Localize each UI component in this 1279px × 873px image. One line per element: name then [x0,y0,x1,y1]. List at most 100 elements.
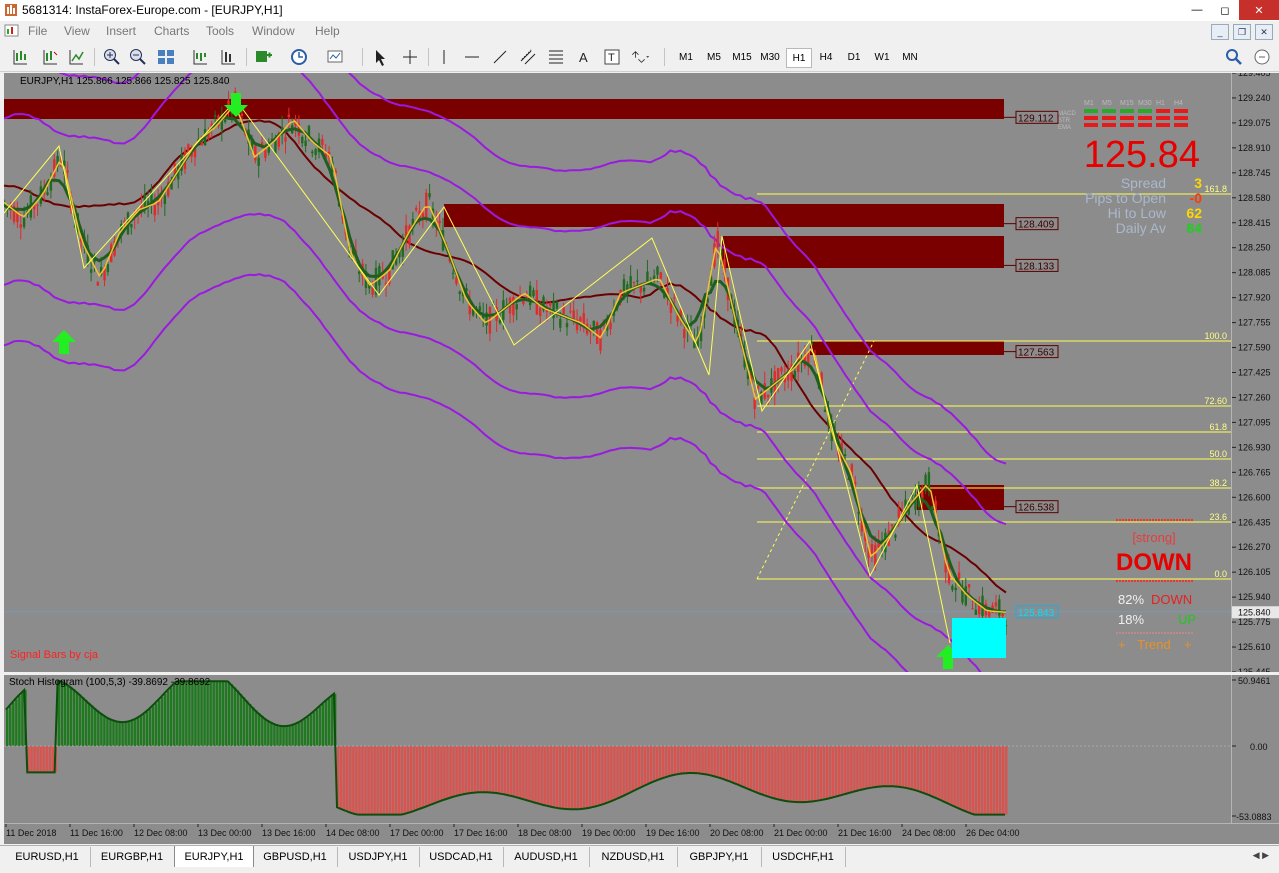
text-icon[interactable]: A [574,47,594,67]
timeframe-h1[interactable]: H1 [786,48,812,68]
chart-shift-icon[interactable] [218,47,238,67]
zoom-in-icon[interactable] [102,47,122,67]
mdi-close-button[interactable]: ✕ [1255,24,1273,40]
menu-file[interactable]: File [28,24,47,38]
histogram-bar [431,746,434,805]
histogram-bar [974,746,978,815]
menu-window[interactable]: Window [252,24,295,38]
candle-body [213,115,217,117]
price-tick-label: 126.930 [1238,442,1271,452]
menu-charts[interactable]: Charts [154,24,189,38]
histogram-bar [115,721,118,746]
time-tick-label: 11 Dec 16:00 [70,828,123,838]
fibonacci-icon[interactable] [546,47,566,67]
histogram-bar [415,746,419,811]
price-tick-label: 128.745 [1238,168,1271,178]
arrow-cursor-icon[interactable] [370,47,390,67]
timeframe-m1[interactable]: M1 [672,48,700,66]
candle-body [894,534,897,538]
candle-body [498,319,502,324]
mdi-restore-button[interactable]: ❐ [1233,24,1251,40]
histogram-bar [169,687,173,746]
price-chart-canvas[interactable]: 129.112 128.409 128.133 127.563 126.538 161.… [2,0,1231,752]
tab-eurgbp[interactable]: EURGBP,H1 [90,847,175,867]
channel-icon[interactable] [518,47,538,67]
timeframe-w1[interactable]: W1 [868,48,896,66]
histogram-bar [188,681,191,746]
tab-audusd[interactable]: AUDUSD,H1 [503,847,590,867]
histogram-bar [364,746,367,815]
histogram-bar [780,746,783,800]
histogram-bar [525,746,528,800]
price-tick-label: 127.260 [1238,392,1271,402]
new-order-icon[interactable] [10,47,30,67]
histogram-bar [652,746,656,782]
histogram-bar [151,706,155,746]
timeframe-m30[interactable]: M30 [756,48,784,66]
line-chart-icon[interactable] [66,47,86,67]
periods-icon[interactable] [290,47,310,67]
histogram-bar [254,710,258,746]
indicator-window[interactable]: Stoch Histogram (100,5,3) -39.8692 -39.8… [4,675,1231,823]
histogram-bar [510,746,513,796]
main-chart[interactable]: 129.112 128.409 128.133 127.563 126.538 161.… [2,0,1231,752]
templates-icon[interactable] [326,47,346,67]
tab-usdchf[interactable]: USDCHF,H1 [761,847,846,867]
panel-row-label: EMA [1058,125,1071,131]
histogram-bar [63,682,67,746]
vertical-line-icon[interactable] [434,47,454,67]
search-icon[interactable] [1224,47,1244,67]
histogram-bar [576,746,580,810]
panel-stat-value: 3 [1194,175,1202,191]
tab-usdjpy[interactable]: USDJPY,H1 [337,847,420,867]
tab-gbpjpy[interactable]: GBPJPY,H1 [677,847,762,867]
close-button[interactable]: ✕ [1239,0,1279,20]
price-tick-label: 128.085 [1238,268,1271,278]
menu-insert[interactable]: Insert [106,24,136,38]
histogram-bar [109,718,112,746]
autoscroll-icon[interactable] [190,47,210,67]
add-indicator-icon[interactable] [254,47,274,67]
tab-usdcad[interactable]: USDCAD,H1 [419,847,504,867]
timeframe-m5[interactable]: M5 [700,48,728,66]
tabs-scroll-icon[interactable]: ◀ ▶ [1253,850,1269,861]
histogram-bar [883,746,886,787]
histogram-bar [704,746,707,775]
zoom-out-icon[interactable] [128,47,148,67]
text-label-icon[interactable]: T [602,47,622,67]
histogram-bar [825,746,829,800]
minimize-button[interactable]: — [1183,0,1211,20]
menu-help[interactable]: Help [315,24,340,38]
tab-nzdusd[interactable]: NZDUSD,H1 [589,847,678,867]
timeframe-d1[interactable]: D1 [840,48,868,66]
maximize-button[interactable]: ◻ [1211,0,1239,20]
indicator-icon[interactable] [40,47,60,67]
candle-body [512,297,515,316]
timeframe-m15[interactable]: M15 [728,48,756,66]
crosshair-icon[interactable] [400,47,420,67]
candle-body [428,193,431,198]
histogram-bar [998,746,1002,815]
timeframe-h4[interactable]: H4 [812,48,840,66]
price-scale[interactable]: 129.405 129.240 129.075 128.910 128.745 128.5… [1231,68,1279,677]
time-tick-label: 12 Dec 08:00 [134,828,188,838]
tab-eurusd[interactable]: EURUSD,H1 [4,847,91,867]
horizontal-line-icon[interactable] [462,47,482,67]
chat-icon[interactable] [1252,47,1272,67]
chart-window-icon[interactable] [4,24,20,38]
candle-body [988,611,991,617]
histogram-bar [239,693,243,746]
menu-tools[interactable]: Tools [206,24,234,38]
menu-view[interactable]: View [64,24,90,38]
mdi-minimize-button[interactable]: _ [1211,24,1229,40]
stoch-histogram-canvas[interactable] [4,675,1231,823]
timeframe-mn[interactable]: MN [896,48,924,66]
trendline-icon[interactable] [490,47,510,67]
candle-body [458,291,461,294]
toolbar: A T M1 M5 M15 M30 H1 H4 D1 W1 MN [0,43,1279,72]
tab-eurjpy[interactable]: EURJPY,H1 [174,846,254,869]
arrows-icon[interactable] [630,47,650,67]
histogram-bar [801,746,804,803]
tab-gbpusd[interactable]: GBPUSD,H1 [253,847,338,867]
tile-icon[interactable] [156,47,176,67]
